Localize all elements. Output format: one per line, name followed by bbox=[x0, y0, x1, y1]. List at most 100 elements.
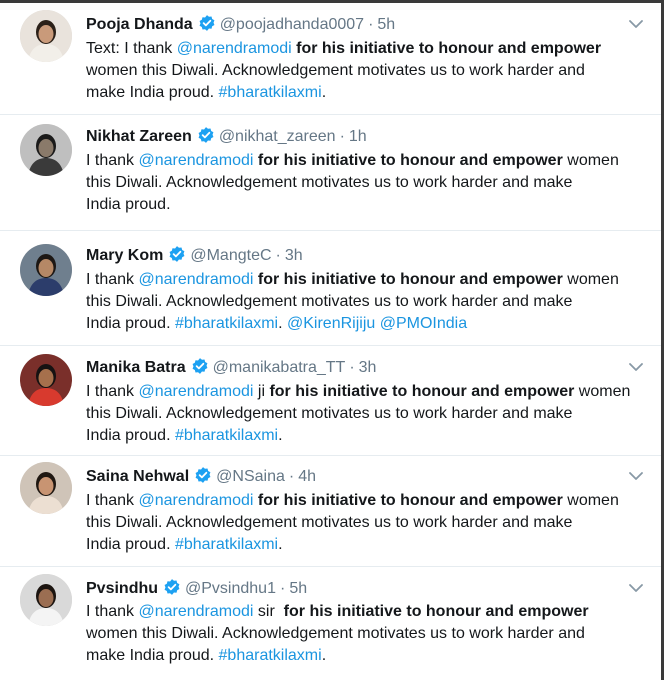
mention-link[interactable]: @narendramodi bbox=[138, 152, 253, 169]
tweet-text-line: India proud. #bharatkilaxmi. bbox=[86, 534, 651, 556]
tweet-text-line: India proud. #bharatkilaxmi. @KirenRijij… bbox=[86, 313, 651, 335]
display-name[interactable]: Pooja Dhanda bbox=[86, 16, 193, 33]
bold-text: for his initiative to honour and empower bbox=[291, 40, 602, 57]
user-handle[interactable]: @manikabatra_TT bbox=[213, 359, 346, 376]
bold-text: for his initiative to honour and empower bbox=[283, 603, 589, 620]
timestamp[interactable]: 4h bbox=[298, 468, 316, 485]
avatar[interactable] bbox=[20, 354, 72, 406]
tweet-text-line: India proud. #bharatkilaxmi. bbox=[86, 425, 651, 447]
bold-text: for his initiative to honour and empower bbox=[253, 271, 563, 288]
plain-text: women this Diwali. Acknowledgement motiv… bbox=[86, 625, 585, 642]
plain-text: India proud. bbox=[86, 536, 175, 553]
mention-link[interactable]: @narendramodi bbox=[138, 603, 253, 620]
avatar[interactable] bbox=[20, 574, 72, 626]
plain-text: women bbox=[562, 152, 619, 169]
mention-link[interactable]: @KirenRijiju bbox=[287, 315, 375, 332]
tweet-text: Text: I thank @narendramodi for his init… bbox=[86, 38, 651, 104]
tweet-text: I thank @narendramodi sir for his initia… bbox=[86, 601, 651, 667]
hashtag-link[interactable]: #bharatkilaxmi bbox=[219, 84, 322, 101]
chevron-down-icon[interactable] bbox=[627, 358, 645, 376]
hashtag-link[interactable]: #bharatkilaxmi bbox=[175, 315, 278, 332]
mention-link[interactable]: @narendramodi bbox=[138, 492, 253, 509]
plain-text: I thank bbox=[86, 492, 139, 509]
tweet-text: I thank @narendramodi for his initiative… bbox=[86, 490, 651, 556]
avatar[interactable] bbox=[20, 244, 72, 296]
plain-text: ji bbox=[253, 383, 270, 400]
user-handle[interactable]: @Pvsindhu1 bbox=[185, 580, 276, 597]
separator-dot: · bbox=[349, 359, 355, 376]
chevron-down-icon[interactable] bbox=[627, 467, 645, 485]
plain-text: women bbox=[562, 271, 619, 288]
plain-text: women this Diwali. Acknowledgement motiv… bbox=[86, 62, 585, 79]
tweet-text-line: this Diwali. Acknowledgement motivates u… bbox=[86, 512, 651, 534]
plain-text: make India proud. bbox=[86, 647, 219, 664]
hashtag-link[interactable]: #bharatkilaxmi bbox=[175, 536, 278, 553]
tweet-text-line: this Diwali. Acknowledgement motivates u… bbox=[86, 403, 651, 425]
tweet-text-line: this Diwali. Acknowledgement motivates u… bbox=[86, 172, 651, 194]
mention-link[interactable]: @narendramodi bbox=[138, 383, 253, 400]
plain-text: . bbox=[321, 84, 327, 101]
plain-text: India proud. bbox=[86, 196, 171, 213]
tweet-text-line: this Diwali. Acknowledgement motivates u… bbox=[86, 291, 651, 313]
plain-text: I thank bbox=[86, 383, 139, 400]
tweet-divider bbox=[0, 114, 661, 115]
timestamp[interactable]: 1h bbox=[349, 128, 367, 145]
avatar[interactable] bbox=[20, 10, 72, 62]
separator-dot: · bbox=[275, 247, 281, 264]
plain-text: sir bbox=[253, 603, 284, 620]
tweet-divider bbox=[0, 345, 661, 346]
mention-link[interactable]: @narendramodi bbox=[138, 271, 253, 288]
plain-text: this Diwali. Acknowledgement motivates u… bbox=[86, 293, 573, 310]
chevron-down-icon[interactable] bbox=[627, 579, 645, 597]
verified-badge-icon bbox=[194, 466, 212, 490]
verified-badge-icon bbox=[191, 357, 209, 381]
plain-text: this Diwali. Acknowledgement motivates u… bbox=[86, 174, 573, 191]
display-name[interactable]: Pvsindhu bbox=[86, 580, 158, 597]
tweet-text-line: women this Diwali. Acknowledgement motiv… bbox=[86, 60, 651, 82]
timestamp[interactable]: 5h bbox=[289, 580, 307, 597]
separator-dot: · bbox=[368, 16, 374, 33]
bold-text: for his initiative to honour and empower bbox=[253, 152, 563, 169]
tweet-header: Pooja Dhanda @poojadhanda0007 · 5h bbox=[86, 14, 395, 38]
tweet-divider bbox=[0, 455, 661, 456]
tweet-header: Manika Batra @manikabatra_TT · 3h bbox=[86, 357, 376, 381]
plain-text: Text: I thank bbox=[86, 40, 177, 57]
timestamp[interactable]: 5h bbox=[377, 16, 395, 33]
hashtag-link[interactable]: #bharatkilaxmi bbox=[219, 647, 322, 664]
verified-badge-icon bbox=[197, 126, 215, 150]
display-name[interactable]: Saina Nehwal bbox=[86, 468, 189, 485]
tweet-header: Saina Nehwal @NSaina · 4h bbox=[86, 466, 316, 490]
plain-text: this Diwali. Acknowledgement motivates u… bbox=[86, 514, 573, 531]
tweet-text-line: I thank @narendramodi sir for his initia… bbox=[86, 601, 651, 623]
timestamp[interactable]: 3h bbox=[285, 247, 303, 264]
plain-text: I thank bbox=[86, 271, 139, 288]
tweet-text-line: India proud. bbox=[86, 194, 651, 216]
mention-link[interactable]: @PMOIndia bbox=[380, 315, 467, 332]
user-handle[interactable]: @MangteC bbox=[190, 247, 271, 264]
plain-text: . bbox=[278, 315, 287, 332]
separator-dot: · bbox=[339, 128, 345, 145]
timestamp[interactable]: 3h bbox=[359, 359, 377, 376]
verified-badge-icon bbox=[163, 578, 181, 602]
bold-text: for his initiative to honour and empower bbox=[253, 492, 563, 509]
tweet-text-line: I thank @narendramodi ji for his initiat… bbox=[86, 381, 651, 403]
tweet-text-line: make India proud. #bharatkilaxmi. bbox=[86, 82, 651, 104]
hashtag-link[interactable]: #bharatkilaxmi bbox=[175, 427, 278, 444]
display-name[interactable]: Nikhat Zareen bbox=[86, 128, 192, 145]
mention-link[interactable]: @narendramodi bbox=[177, 40, 292, 57]
avatar[interactable] bbox=[20, 124, 72, 176]
tweet-header: Nikhat Zareen @nikhat_zareen · 1h bbox=[86, 126, 367, 150]
display-name[interactable]: Mary Kom bbox=[86, 247, 163, 264]
bold-text: for his initiative to honour and empower bbox=[269, 383, 575, 400]
user-handle[interactable]: @nikhat_zareen bbox=[219, 128, 336, 145]
plain-text: . bbox=[321, 647, 327, 664]
plain-text: women bbox=[562, 492, 619, 509]
verified-badge-icon bbox=[168, 245, 186, 269]
user-handle[interactable]: @NSaina bbox=[216, 468, 285, 485]
avatar[interactable] bbox=[20, 462, 72, 514]
user-handle[interactable]: @poojadhanda0007 bbox=[220, 16, 364, 33]
display-name[interactable]: Manika Batra bbox=[86, 359, 186, 376]
tweet-divider bbox=[0, 566, 661, 567]
verified-badge-icon bbox=[198, 14, 216, 38]
chevron-down-icon[interactable] bbox=[627, 15, 645, 33]
